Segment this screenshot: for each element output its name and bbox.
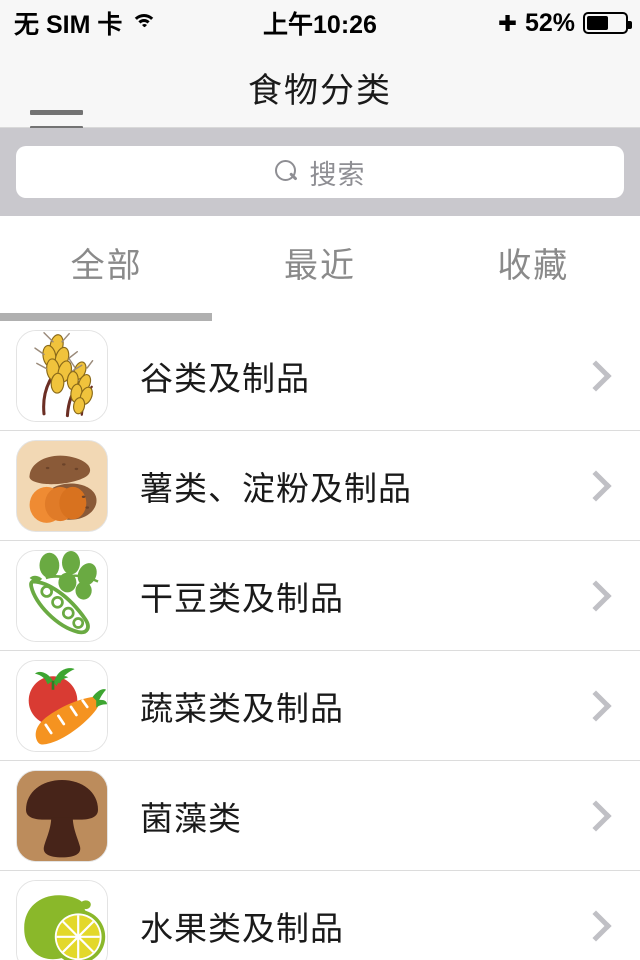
list-item-label: 薯类、淀粉及制品 bbox=[140, 469, 412, 507]
list-item[interactable]: 谷类及制品 bbox=[0, 321, 640, 431]
list-item[interactable]: 干豆类及制品 bbox=[0, 541, 640, 651]
category-list[interactable]: 谷类及制品 薯类、淀粉及制品 干豆类及制品 蔬菜类及制品 菌藻类 水果类及制品 bbox=[0, 321, 640, 960]
list-item-label: 蔬菜类及制品 bbox=[140, 689, 344, 727]
tomato-carrot-icon bbox=[16, 659, 108, 752]
list-item[interactable]: 蔬菜类及制品 bbox=[0, 651, 640, 761]
list-item-label: 菌藻类 bbox=[140, 799, 242, 837]
list-item[interactable]: 水果类及制品 bbox=[0, 871, 640, 960]
lemon-icon bbox=[16, 879, 108, 960]
chevron-right-icon bbox=[580, 689, 612, 722]
wheat-icon bbox=[16, 329, 108, 422]
mushroom-icon bbox=[16, 769, 108, 862]
search-icon bbox=[274, 160, 299, 184]
bluetooth-icon: 🞦 bbox=[497, 8, 517, 37]
nav-bar: 食物分类 bbox=[0, 46, 640, 147]
chevron-right-icon bbox=[580, 359, 612, 392]
tab-recent[interactable]: 最近 bbox=[213, 216, 426, 320]
pea-pod-icon bbox=[16, 549, 108, 642]
status-bar: 无 SIM 卡 上午10:26 🞦 52% bbox=[0, 0, 640, 46]
tab-all[interactable]: 全部 bbox=[0, 216, 213, 320]
list-item-label: 谷类及制品 bbox=[140, 359, 310, 397]
chevron-right-icon bbox=[580, 469, 612, 502]
app-screen: 无 SIM 卡 上午10:26 🞦 52% 食物分类 搜索 全部 最近 收藏 谷… bbox=[0, 0, 640, 960]
chevron-right-icon bbox=[580, 579, 612, 612]
list-item[interactable]: 薯类、淀粉及制品 bbox=[0, 431, 640, 541]
battery-icon bbox=[583, 12, 632, 34]
list-item-label: 干豆类及制品 bbox=[140, 579, 344, 617]
status-bar-right: 🞦 52% bbox=[497, 8, 632, 38]
chevron-right-icon bbox=[580, 799, 612, 832]
chevron-right-icon bbox=[580, 909, 612, 942]
page-title: 食物分类 bbox=[248, 71, 392, 110]
battery-percent-label: 52% bbox=[524, 8, 575, 37]
tab-active-indicator bbox=[0, 313, 212, 321]
tab-bar: 全部 最近 收藏 bbox=[0, 216, 640, 320]
search-bar-container: 搜索 bbox=[0, 128, 640, 216]
search-placeholder: 搜索 bbox=[309, 159, 366, 190]
list-item-label: 水果类及制品 bbox=[140, 909, 344, 947]
search-input[interactable]: 搜索 bbox=[16, 146, 624, 198]
list-item[interactable]: 菌藻类 bbox=[0, 761, 640, 871]
tab-favorite[interactable]: 收藏 bbox=[427, 216, 640, 320]
sweet-potato-icon bbox=[16, 439, 108, 532]
